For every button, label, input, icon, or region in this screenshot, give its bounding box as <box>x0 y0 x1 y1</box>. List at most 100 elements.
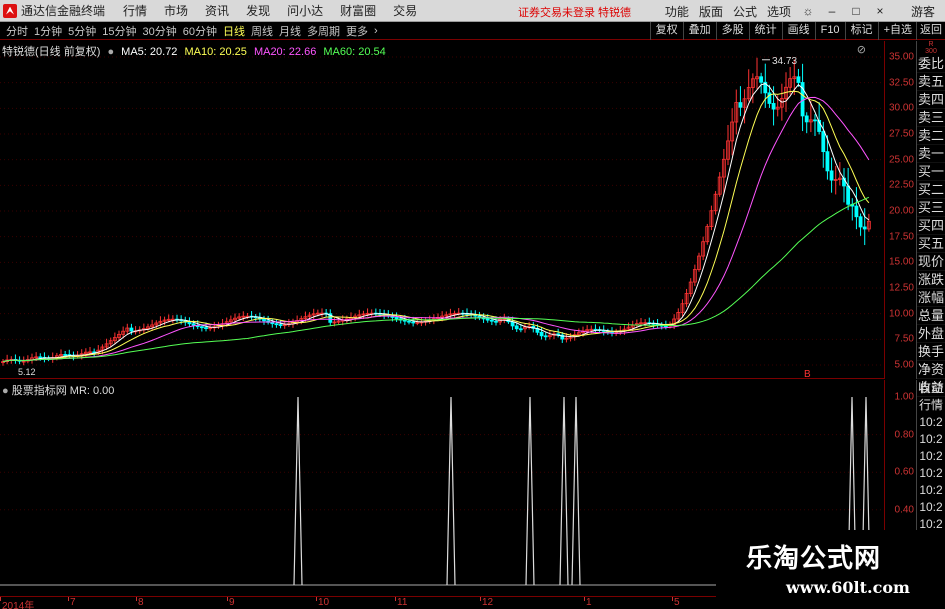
menu-item-wealth[interactable]: 财富圈 <box>340 2 376 19</box>
candle-body <box>796 76 801 83</box>
orderbook-row[interactable]: 卖一 <box>917 145 945 163</box>
orderbook-row[interactable]: 委比 <box>917 55 945 73</box>
period-30min[interactable]: 30分钟 <box>143 23 177 39</box>
tool-overlay[interactable]: 叠加 <box>682 22 716 40</box>
orderbook-row[interactable]: 买二 <box>917 181 945 199</box>
date-tick: 11 <box>397 597 408 608</box>
period-intraday[interactable]: 分时 <box>6 23 28 39</box>
date-tick: 2014年 <box>2 601 35 609</box>
indicator-side-item[interactable]: 10:2 <box>917 414 945 431</box>
orderbook-row[interactable]: 总量 <box>917 307 945 325</box>
tool-f10[interactable]: F10 <box>814 22 845 40</box>
side-tabs: 返回 <box>916 22 945 40</box>
tool-back[interactable]: 返回 <box>916 22 945 40</box>
orderbook-row[interactable]: 卖二 <box>917 127 945 145</box>
price-tick: 17.50 <box>888 231 914 243</box>
orderbook-row[interactable]: 卖四 <box>917 91 945 109</box>
tool-add-watchlist[interactable]: +自选 <box>877 22 917 40</box>
period-60min[interactable]: 60分钟 <box>183 23 217 39</box>
tool-adjust[interactable]: 复权 <box>649 22 683 40</box>
candlestick-chart[interactable]: 34.73 5.12 B <box>0 41 884 379</box>
period-weekly[interactable]: 周线 <box>251 23 273 39</box>
price-tick: 32.50 <box>888 77 914 89</box>
price-axis: 35.00 32.50 30.00 27.50 25.00 22.50 20.00 17.50… <box>884 41 916 379</box>
indicator-side-item[interactable]: 10:2 <box>917 465 945 482</box>
period-monthly[interactable]: 月线 <box>279 23 301 39</box>
price-tick: 15.00 <box>888 256 914 268</box>
orderbook-row[interactable]: 外盘 <box>917 325 945 343</box>
orderbook-row[interactable]: 买四 <box>917 217 945 235</box>
candle-body <box>825 151 830 172</box>
candle-body <box>394 317 399 320</box>
orderbook-row[interactable]: 涨幅 <box>917 289 945 307</box>
orderbook-row[interactable]: 卖五 <box>917 73 945 91</box>
period-15min[interactable]: 15分钟 <box>102 23 136 39</box>
date-tick: 5 <box>674 597 680 608</box>
orderbook-row[interactable]: 现价 <box>917 253 945 271</box>
low-price-label: 5.12 <box>18 367 36 377</box>
menu-item-function[interactable]: 功能 <box>665 3 689 20</box>
maximize-icon[interactable]: □ <box>849 4 863 18</box>
tool-draw-line[interactable]: 画线 <box>781 22 815 40</box>
menu-item-ask[interactable]: 问小达 <box>287 2 323 19</box>
period-more[interactable]: 更多 <box>346 23 368 39</box>
menu-item-formula[interactable]: 公式 <box>733 3 757 20</box>
date-tick: 12 <box>482 597 494 608</box>
price-tick: 7.50 <box>894 333 914 345</box>
tool-mark[interactable]: 标记 <box>844 22 878 40</box>
close-icon[interactable]: × <box>873 4 887 18</box>
tool-statistics[interactable]: 统计 <box>748 22 782 40</box>
period-1min[interactable]: 1分钟 <box>34 23 62 39</box>
guest-label[interactable]: 游客 <box>911 3 935 20</box>
menu-item-discover[interactable]: 发现 <box>246 2 270 19</box>
price-tick: 12.50 <box>888 282 914 294</box>
login-status[interactable]: 证券交易未登录 特锐德 <box>518 4 631 20</box>
indicator-side-item[interactable]: 10:2 <box>917 448 945 465</box>
indicator-side-item[interactable]: 自动 <box>917 380 945 397</box>
period-daily[interactable]: 日线 <box>223 23 245 39</box>
orderbook-row[interactable]: 买三 <box>917 199 945 217</box>
candle-body <box>846 185 851 205</box>
orderbook-row[interactable]: 净资 <box>917 361 945 379</box>
orderbook-row[interactable]: 卖三 <box>917 109 945 127</box>
menu-right: 功能 版面 公式 选项 ☼ – □ × 游客 <box>665 0 945 22</box>
main-chart-panel[interactable]: 特锐德(日线 前复权) ● MA5: 20.72 MA10: 20.25 MA2… <box>0 41 884 379</box>
indicator-side-item[interactable]: 10:2 <box>917 431 945 448</box>
tool-multi-stock[interactable]: 多股 <box>715 22 749 40</box>
candle-body <box>862 226 867 230</box>
date-tick-mark <box>480 597 481 601</box>
signal-spike <box>559 396 569 586</box>
candle-body <box>771 103 776 110</box>
menu-item-options[interactable]: 选项 <box>767 3 791 20</box>
candle-body <box>514 325 519 330</box>
peak-price-label: 34.73 <box>772 56 797 67</box>
watermark: 乐淘公式网 www.60lt.com <box>716 530 945 609</box>
orderbook-row[interactable]: 换手 <box>917 343 945 361</box>
date-tick: 8 <box>138 597 144 608</box>
menu-item-trade[interactable]: 交易 <box>393 2 417 19</box>
candle-body <box>813 119 817 122</box>
date-tick-mark <box>227 597 228 601</box>
chart-tools: 复权 叠加 多股 统计 画线 F10 标记 +自选 <box>649 22 917 40</box>
indicator-side-item[interactable]: 10:2 <box>917 482 945 499</box>
buy-marker: B <box>804 369 811 379</box>
menu-item-news[interactable]: 资讯 <box>205 2 229 19</box>
minimize-icon[interactable]: – <box>825 4 839 18</box>
indicator-side-item[interactable]: 行情 <box>917 397 945 414</box>
indicator-side-item[interactable]: 10:2 <box>917 499 945 516</box>
date-tick: 7 <box>70 597 76 608</box>
signal-spike <box>571 396 581 586</box>
date-tick-mark <box>672 597 673 601</box>
menu-item-quotes[interactable]: 行情 <box>123 2 147 19</box>
orderbook-row[interactable]: 买五 <box>917 235 945 253</box>
skin-icon[interactable]: ☼ <box>801 4 815 18</box>
ma60-line <box>2 196 870 363</box>
menu-item-layout[interactable]: 版面 <box>699 3 723 20</box>
more-chevron-icon[interactable]: › <box>374 25 378 37</box>
period-5min[interactable]: 5分钟 <box>68 23 96 39</box>
orderbook-row[interactable]: 涨跌 <box>917 271 945 289</box>
orderbook-row[interactable]: 买一 <box>917 163 945 181</box>
period-multi[interactable]: 多周期 <box>307 23 340 39</box>
date-tick: 9 <box>229 597 235 608</box>
menu-item-market[interactable]: 市场 <box>164 2 188 19</box>
